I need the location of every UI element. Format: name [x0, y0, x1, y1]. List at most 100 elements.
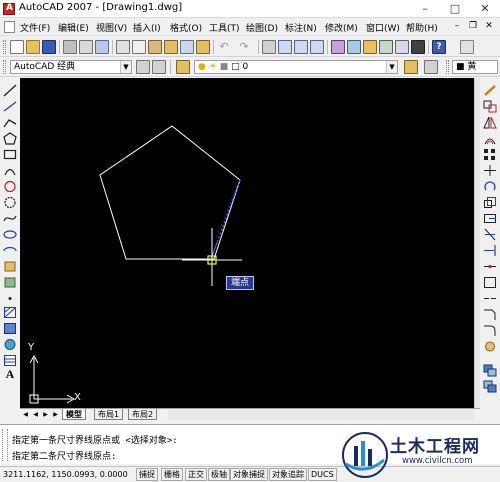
menu-tools[interactable]: 工具(T) [209, 21, 240, 34]
menu-view[interactable]: 视图(V) [96, 21, 127, 34]
copy-icon[interactable] [132, 40, 146, 54]
chevron-down-icon[interactable]: ▼ [120, 61, 131, 73]
draw-order-icon[interactable] [483, 364, 497, 377]
paste-icon[interactable] [148, 40, 162, 54]
document-icon[interactable] [4, 21, 15, 33]
drawing-canvas[interactable]: Y X 端点 [20, 78, 474, 408]
rotate-icon[interactable] [483, 180, 497, 193]
menu-insert[interactable]: 插入(I) [133, 21, 161, 34]
command-prompt-line[interactable]: 指定第二条尺寸界线原点: [12, 449, 116, 462]
offset-icon[interactable] [483, 132, 497, 145]
menu-help[interactable]: 帮助(H) [406, 21, 438, 34]
tab-layout1[interactable]: 布局1 [94, 409, 124, 420]
line-icon[interactable] [3, 84, 17, 97]
explode-icon[interactable] [483, 340, 497, 353]
snap-toggle[interactable]: 捕捉 [136, 468, 158, 481]
arc-icon[interactable] [3, 164, 17, 177]
styles-icon[interactable] [460, 40, 474, 54]
doc-close-button[interactable]: ✕ [484, 21, 494, 32]
zoom-previous-icon[interactable] [310, 40, 324, 54]
save-icon[interactable] [42, 40, 56, 54]
autocad-app-icon[interactable] [3, 3, 15, 15]
point-icon[interactable] [3, 292, 17, 305]
ellipse-arc-icon[interactable] [3, 244, 17, 257]
insert-block-icon[interactable] [3, 260, 17, 273]
ducs-toggle[interactable]: DUCS [308, 468, 337, 481]
match-properties-icon[interactable] [164, 40, 178, 54]
chevron-down-icon[interactable]: ▼ [386, 61, 397, 73]
tab-layout2[interactable]: 布局2 [128, 409, 158, 420]
menu-format[interactable]: 格式(O) [170, 21, 202, 34]
maximize-button[interactable]: □ [440, 0, 470, 18]
menu-dimension[interactable]: 标注(N) [285, 21, 317, 34]
chamfer-icon[interactable] [483, 308, 497, 321]
construction-line-icon[interactable] [3, 100, 17, 113]
pan-icon[interactable] [262, 40, 276, 54]
menu-draw[interactable]: 绘图(D) [246, 21, 278, 34]
first-tab-icon[interactable]: ◀ [21, 410, 30, 420]
open-icon[interactable] [26, 40, 40, 54]
circle-icon[interactable] [3, 180, 17, 193]
print-preview-icon[interactable] [79, 40, 93, 54]
next-tab-icon[interactable]: ▶ [41, 410, 50, 420]
workspace-settings-icon[interactable] [136, 60, 150, 74]
layer-previous-icon[interactable] [424, 60, 438, 74]
osnap-toggle[interactable]: 对象捕捉 [230, 468, 268, 481]
coordinate-readout[interactable]: 3211.1162, 1150.0993, 0.0000 [3, 470, 128, 479]
zoom-window-icon[interactable] [294, 40, 308, 54]
polyline-icon[interactable] [3, 116, 17, 129]
menu-edit[interactable]: 编辑(E) [58, 21, 89, 34]
move-icon[interactable] [483, 164, 497, 177]
color-select[interactable]: ■ 黄 [452, 60, 498, 74]
redo-icon[interactable]: ↷ [237, 40, 251, 54]
spline-icon[interactable] [3, 212, 17, 225]
ortho-toggle[interactable]: 正交 [185, 468, 207, 481]
menu-modify[interactable]: 修改(M) [325, 21, 358, 34]
cut-icon[interactable] [116, 40, 130, 54]
zoom-realtime-icon[interactable] [278, 40, 292, 54]
polygon-icon[interactable] [3, 132, 17, 145]
doc-minimize-button[interactable]: – [452, 21, 462, 32]
region-icon[interactable] [3, 338, 17, 351]
multiline-text-icon[interactable]: A [3, 368, 17, 381]
doc-restore-button[interactable]: ❐ [468, 21, 478, 32]
revision-cloud-icon[interactable] [3, 196, 17, 209]
tool-palettes-icon[interactable] [363, 40, 377, 54]
horizontal-scrollbar[interactable] [168, 410, 474, 420]
print-icon[interactable] [63, 40, 77, 54]
command-window-grip[interactable] [2, 429, 8, 461]
break-at-point-icon[interactable] [483, 260, 497, 273]
erase-icon[interactable] [483, 84, 497, 97]
help-icon[interactable]: ? [432, 40, 446, 54]
design-center-icon[interactable] [347, 40, 361, 54]
ellipse-icon[interactable] [3, 228, 17, 241]
join-icon[interactable] [483, 292, 497, 305]
vertical-scrollbar[interactable] [474, 78, 480, 408]
scale-icon[interactable] [483, 196, 497, 209]
mirror-icon[interactable] [483, 116, 497, 129]
sheet-set-icon[interactable] [379, 40, 393, 54]
grid-toggle[interactable]: 栅格 [161, 468, 183, 481]
polar-toggle[interactable]: 极轴 [208, 468, 230, 481]
rectangle-icon[interactable] [3, 148, 17, 161]
break-icon[interactable] [483, 276, 497, 289]
layer-manager-icon[interactable] [176, 60, 190, 74]
table-icon[interactable] [3, 354, 17, 367]
toolbar-grip[interactable] [3, 40, 6, 54]
copy-object-icon[interactable] [483, 100, 497, 113]
last-tab-icon[interactable]: ▶ [51, 410, 60, 420]
workspace-save-icon[interactable] [152, 60, 166, 74]
toolbar-grip-2[interactable] [3, 60, 6, 74]
stretch-icon[interactable] [483, 212, 497, 225]
calculator-icon[interactable] [411, 40, 425, 54]
tab-model[interactable]: 模型 [62, 409, 86, 420]
layer-select[interactable]: ● ☀ ■ □ 0 ▼ [194, 60, 398, 74]
publish-icon[interactable] [95, 40, 109, 54]
otrack-toggle[interactable]: 对象追踪 [269, 468, 307, 481]
markup-icon[interactable] [395, 40, 409, 54]
fillet-icon[interactable] [483, 324, 497, 337]
menu-window[interactable]: 窗口(W) [366, 21, 400, 34]
trim-icon[interactable] [483, 228, 497, 241]
minimize-button[interactable]: – [410, 0, 440, 18]
hatch-icon[interactable] [3, 306, 17, 319]
